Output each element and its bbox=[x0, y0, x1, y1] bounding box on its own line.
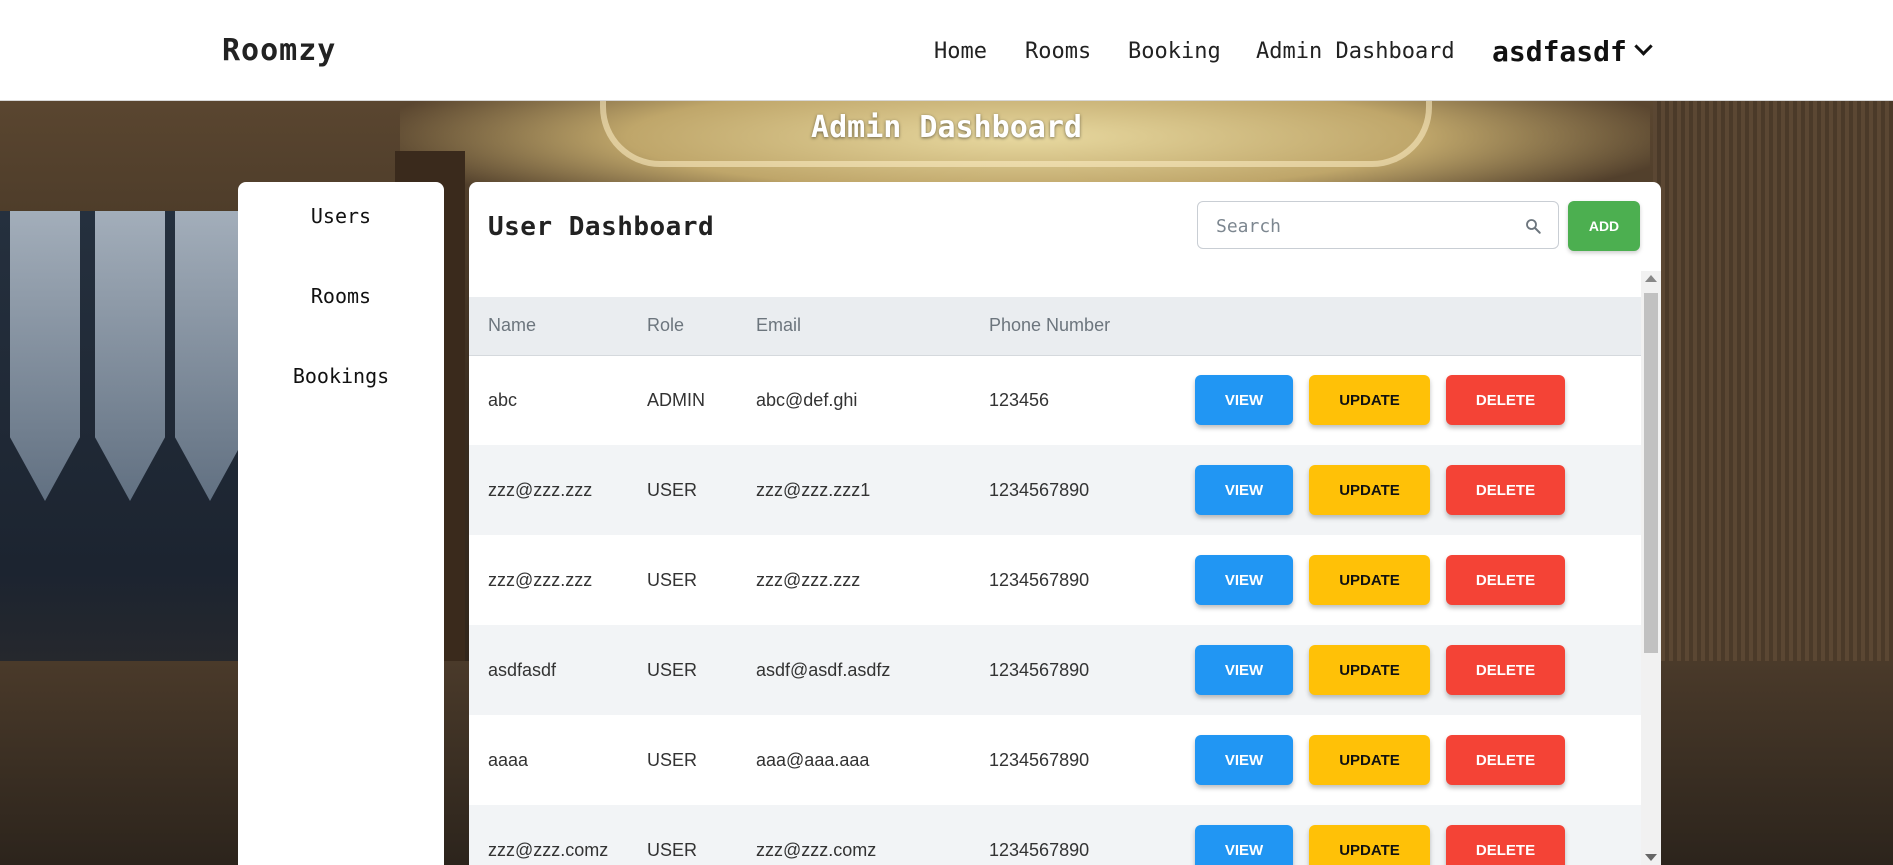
cell-role: USER bbox=[647, 569, 698, 590]
cell-role: USER bbox=[647, 659, 698, 680]
view-button[interactable]: VIEW bbox=[1195, 645, 1293, 695]
cell-actions: VIEW UPDATE DELETE bbox=[1195, 535, 1641, 625]
nav-home-link[interactable]: Home bbox=[934, 39, 987, 64]
table-row: zzz@zzz.zzz USER zzz@zzz.zzz1 1234567890 VIE… bbox=[469, 445, 1641, 535]
view-button[interactable]: VIEW bbox=[1195, 825, 1293, 865]
cell-actions: VIEW UPDATE DELETE bbox=[1195, 445, 1641, 535]
panel-title: User Dashboard bbox=[488, 212, 715, 242]
cell-actions: VIEW UPDATE DELETE bbox=[1195, 715, 1641, 805]
cell-name: abc bbox=[488, 389, 518, 410]
user-menu-dropdown[interactable]: asdfasdf bbox=[1492, 35, 1653, 68]
cell-phone: 1234567890 bbox=[989, 479, 1090, 500]
sidebar-item-rooms[interactable]: Rooms bbox=[238, 284, 444, 308]
view-button[interactable]: VIEW bbox=[1195, 375, 1293, 426]
scrollbar-thumb[interactable] bbox=[1644, 293, 1658, 653]
page-title: Admin Dashboard bbox=[811, 110, 1082, 145]
cell-email: asdf@asdf.asdfz bbox=[756, 659, 891, 680]
users-table-container: Name Role Email Phone Number abc ADMIN abc… bbox=[469, 297, 1641, 865]
delete-button[interactable]: DELETE bbox=[1446, 555, 1565, 605]
column-header-name: Name bbox=[469, 297, 647, 356]
delete-button[interactable]: DELETE bbox=[1446, 645, 1565, 695]
nav-booking-link[interactable]: Booking bbox=[1128, 39, 1221, 64]
table-scrollbar[interactable] bbox=[1641, 271, 1661, 865]
cell-phone: 123456 bbox=[989, 389, 1050, 410]
table-row: zzz@zzz.comz USER zzz@zzz.comz 1234567890 VI… bbox=[469, 805, 1641, 865]
nav-admin-dashboard-link[interactable]: Admin Dashboard bbox=[1256, 39, 1455, 64]
cell-actions: VIEW UPDATE DELETE bbox=[1195, 805, 1641, 865]
cell-actions: VIEW UPDATE DELETE bbox=[1195, 625, 1641, 715]
users-table-body: abc ADMIN abc@def.ghi 123456 VIEW UPDATE DELET… bbox=[469, 355, 1641, 865]
curtain bbox=[175, 211, 245, 501]
cell-email: zzz@zzz.zzz bbox=[756, 569, 861, 590]
column-header-role: Role bbox=[647, 297, 756, 356]
scroll-up-arrow-icon[interactable] bbox=[1645, 275, 1657, 282]
delete-button[interactable]: DELETE bbox=[1446, 465, 1565, 515]
search-box bbox=[1197, 201, 1559, 250]
cell-phone: 1234567890 bbox=[989, 659, 1090, 680]
search-icon[interactable] bbox=[1524, 217, 1542, 235]
sidebar-item-users[interactable]: Users bbox=[238, 204, 444, 228]
table-row: aaaa USER aaa@aaa.aaa 1234567890 VIEW UPDATE D… bbox=[469, 715, 1641, 805]
cell-email: abc@def.ghi bbox=[756, 389, 858, 410]
cell-phone: 1234567890 bbox=[989, 569, 1090, 590]
scroll-down-arrow-icon[interactable] bbox=[1645, 854, 1657, 861]
table-header-row: Name Role Email Phone Number bbox=[469, 297, 1641, 356]
brand-logo[interactable]: Roomzy bbox=[222, 33, 336, 68]
sidebar-item-bookings[interactable]: Bookings bbox=[238, 364, 444, 388]
users-table: Name Role Email Phone Number abc ADMIN abc… bbox=[469, 297, 1641, 865]
delete-button[interactable]: DELETE bbox=[1446, 825, 1565, 865]
update-button[interactable]: UPDATE bbox=[1309, 825, 1430, 865]
nav-rooms-link[interactable]: Rooms bbox=[1025, 39, 1091, 64]
chevron-down-icon bbox=[1634, 37, 1653, 56]
cell-actions: VIEW UPDATE DELETE bbox=[1195, 355, 1641, 445]
update-button[interactable]: UPDATE bbox=[1309, 375, 1430, 426]
cell-role: USER bbox=[647, 749, 698, 770]
update-button[interactable]: UPDATE bbox=[1309, 465, 1430, 515]
update-button[interactable]: UPDATE bbox=[1309, 735, 1430, 785]
cell-name: aaaa bbox=[488, 749, 529, 770]
cell-name: zzz@zzz.zzz bbox=[488, 479, 593, 500]
delete-button[interactable]: DELETE bbox=[1446, 735, 1565, 785]
curtain bbox=[95, 211, 165, 501]
cell-role: USER bbox=[647, 839, 698, 860]
cell-email: zzz@zzz.comz bbox=[756, 839, 877, 860]
cell-name: asdfasdf bbox=[488, 659, 557, 680]
delete-button[interactable]: DELETE bbox=[1446, 375, 1565, 426]
top-navbar: Roomzy Home Rooms Booking Admin Dashboar… bbox=[0, 0, 1893, 101]
column-header-actions bbox=[1195, 297, 1641, 356]
cell-email: aaa@aaa.aaa bbox=[756, 749, 870, 770]
cell-email: zzz@zzz.zzz1 bbox=[756, 479, 871, 500]
view-button[interactable]: VIEW bbox=[1195, 735, 1293, 785]
update-button[interactable]: UPDATE bbox=[1309, 645, 1430, 695]
view-button[interactable]: VIEW bbox=[1195, 465, 1293, 515]
table-row: asdfasdf USER asdf@asdf.asdfz 1234567890 VIE… bbox=[469, 625, 1641, 715]
admin-sidebar: Users Rooms Bookings bbox=[238, 182, 444, 865]
user-dashboard-panel: User Dashboard ADD Name Role Email Phone… bbox=[469, 182, 1661, 865]
cell-role: ADMIN bbox=[647, 389, 705, 410]
table-row: abc ADMIN abc@def.ghi 123456 VIEW UPDATE DELET… bbox=[469, 355, 1641, 445]
search-input[interactable] bbox=[1214, 202, 1518, 250]
add-button[interactable]: ADD bbox=[1568, 201, 1640, 251]
cell-name: zzz@zzz.comz bbox=[488, 839, 609, 860]
cell-role: USER bbox=[647, 479, 698, 500]
view-button[interactable]: VIEW bbox=[1195, 555, 1293, 605]
column-header-phone: Phone Number bbox=[989, 297, 1195, 356]
curtain bbox=[10, 211, 80, 501]
column-header-email: Email bbox=[756, 297, 989, 356]
cell-phone: 1234567890 bbox=[989, 749, 1090, 770]
cell-phone: 1234567890 bbox=[989, 839, 1090, 860]
user-name: asdfasdf bbox=[1492, 35, 1627, 68]
table-row: zzz@zzz.zzz USER zzz@zzz.zzz 1234567890 VIEW… bbox=[469, 535, 1641, 625]
update-button[interactable]: UPDATE bbox=[1309, 555, 1430, 605]
cell-name: zzz@zzz.zzz bbox=[488, 569, 593, 590]
